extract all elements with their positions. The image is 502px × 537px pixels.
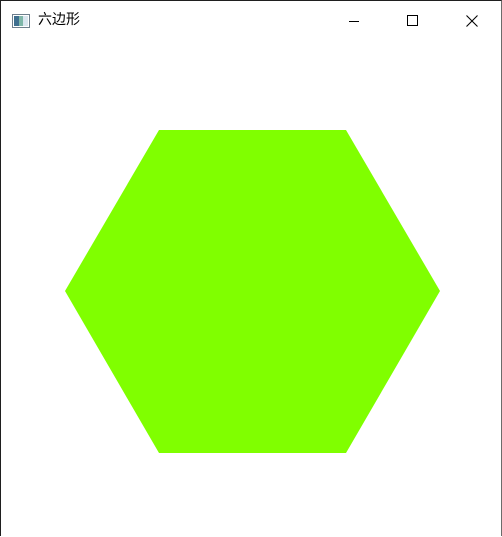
title-bar[interactable]: 六边形 [1,1,501,41]
app-window: 六边形 [0,0,502,536]
hexagon-shape [65,130,440,453]
maximize-button[interactable] [384,1,442,41]
minimize-icon [348,15,360,27]
drawing-canvas [1,41,501,536]
window-title: 六边形 [38,12,80,28]
app-icon [12,13,30,28]
close-icon [466,15,478,27]
maximize-icon [407,15,419,27]
close-button[interactable] [443,1,501,41]
minimize-button[interactable] [325,1,383,41]
hexagon-drawing [65,130,440,453]
